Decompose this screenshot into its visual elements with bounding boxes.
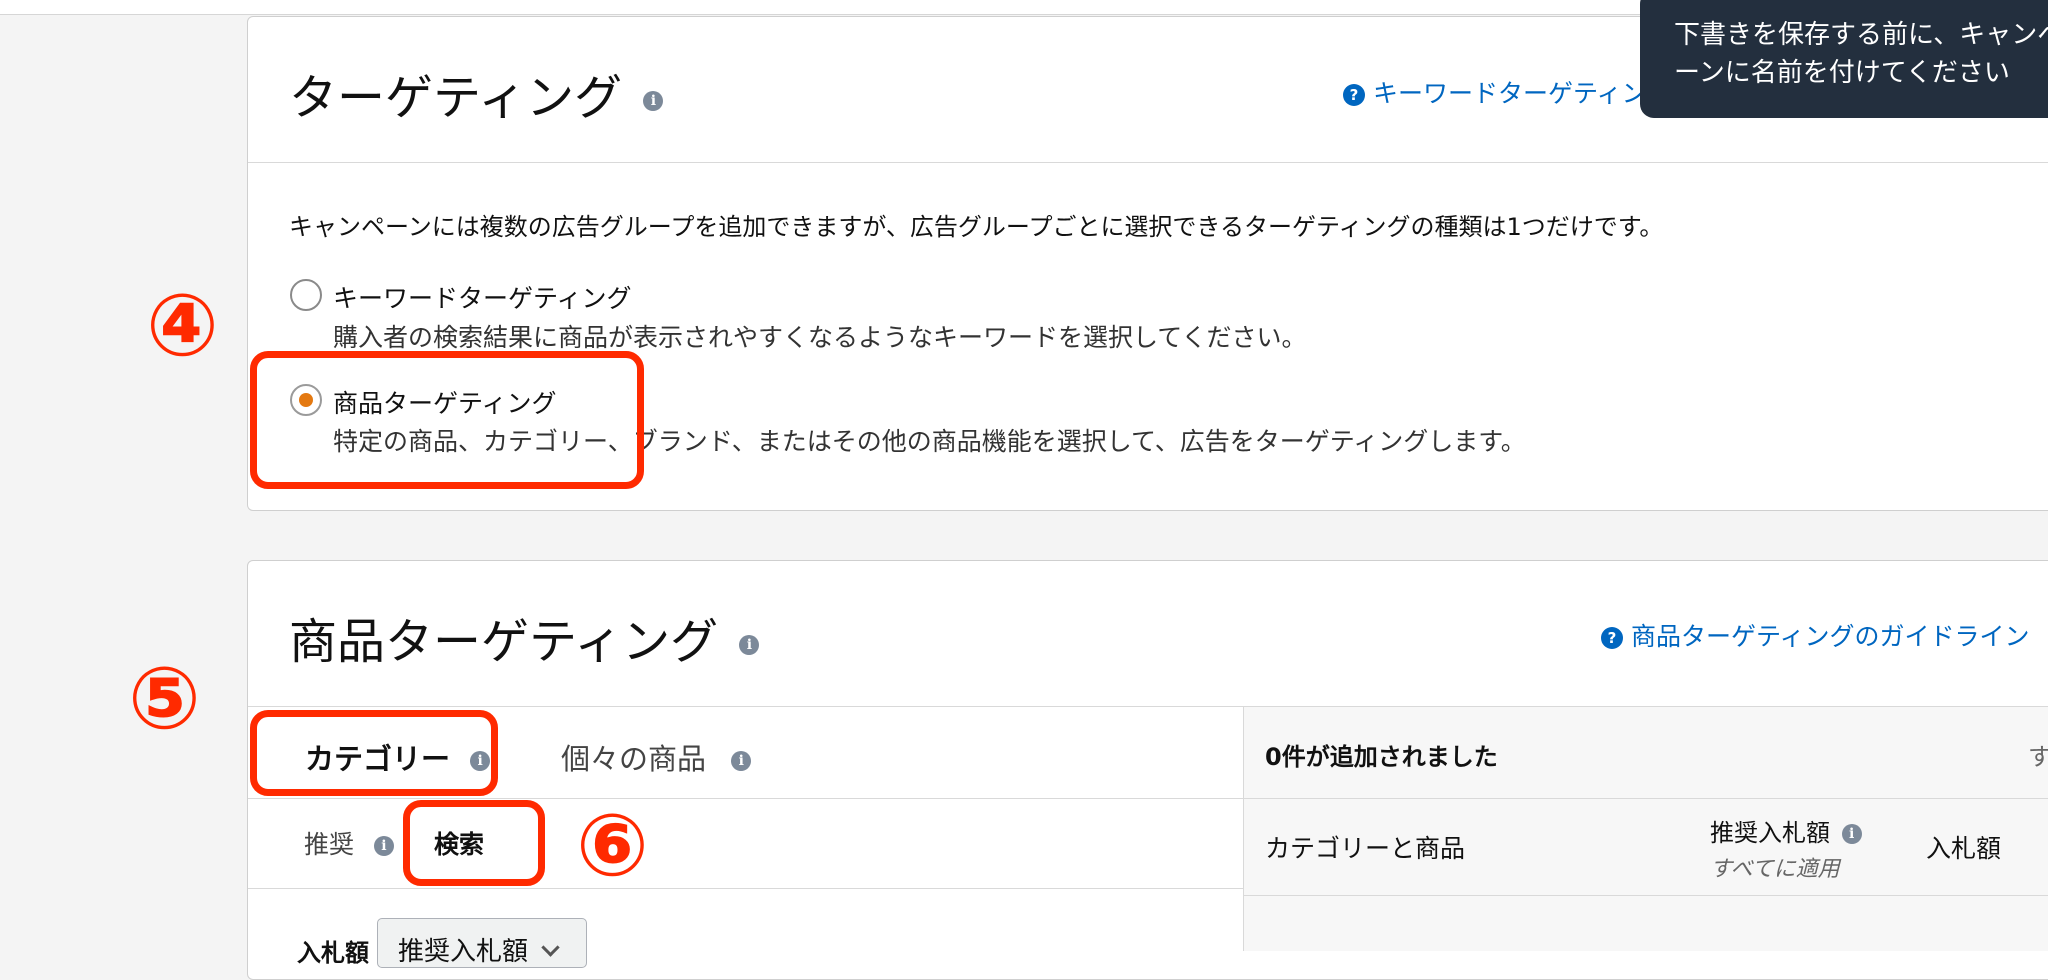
product-targeting-title-row: 商品ターゲティング i	[289, 602, 760, 672]
info-icon[interactable]: i	[731, 751, 752, 771]
highlight-box-step5	[250, 710, 498, 796]
divider	[248, 888, 1243, 889]
targeting-title-row: ターゲティング i	[289, 58, 664, 128]
info-icon[interactable]: i	[739, 635, 760, 655]
apply-all-link[interactable]: すべてに適用	[1710, 851, 1840, 883]
bid-select[interactable]: 推奨入札額	[377, 918, 587, 968]
tab-individual-products[interactable]: 個々の商品 i	[561, 736, 752, 778]
panel-divider	[1243, 706, 1244, 951]
option-keyword-label[interactable]: キーワードターゲティング	[333, 279, 632, 315]
product-targeting-guide-link[interactable]: ? 商品ターゲティングのガイドライン	[1601, 617, 2029, 653]
toast-notification: 下書きを保存する前に、キャンペーンに名前を付けてください	[1640, 0, 2048, 118]
info-icon[interactable]: i	[1841, 824, 1862, 844]
column-suggested-bid: 推奨入札額 i	[1710, 813, 1862, 848]
annotation-step6: ⑥	[576, 796, 649, 896]
highlight-box-step6	[403, 800, 545, 886]
guide-link-label: 商品ターゲティングのガイドライン	[1630, 622, 2030, 651]
help-icon: ?	[1601, 627, 1623, 649]
divider	[248, 798, 1243, 799]
option-keyword-description: 購入者の検索結果に商品が表示されやすくなるようなキーワードを選択してください。	[333, 323, 1307, 352]
added-count: 0件が追加されました	[1265, 743, 1498, 771]
help-icon: ?	[1343, 84, 1365, 106]
product-targeting-title: 商品ターゲティング	[289, 614, 719, 670]
subtab-recommended-label: 推奨	[304, 830, 355, 859]
radio-keyword-targeting[interactable]	[290, 279, 322, 311]
divider	[1243, 798, 2048, 799]
chevron-down-icon	[541, 938, 560, 957]
targeting-description: キャンペーンには複数の広告グループを追加できますが、広告グループごとに選択できる…	[289, 213, 1664, 241]
tab-individual-label: 個々の商品	[561, 742, 707, 776]
targeting-title: ターゲティング	[289, 70, 623, 126]
toast-message: 下書きを保存する前に、キャンペーンに名前を付けてください	[1674, 20, 2048, 88]
info-icon[interactable]: i	[373, 836, 394, 856]
subtab-recommended[interactable]: 推奨 i	[304, 825, 394, 861]
divider	[248, 162, 2048, 163]
column-bid: 入札額	[1926, 834, 2002, 863]
column-suggested-bid-label: 推奨入札額	[1710, 819, 1830, 847]
column-category: カテゴリーと商品	[1265, 834, 1466, 863]
highlight-box-step4	[250, 351, 644, 489]
bid-select-value: 推奨入札額	[398, 937, 529, 967]
annotation-step5: ⑤	[128, 649, 201, 749]
annotation-step4: ④	[146, 276, 219, 376]
info-icon[interactable]: i	[643, 91, 664, 111]
divider	[1243, 895, 2048, 896]
truncated-action[interactable]: す	[2028, 737, 2048, 772]
